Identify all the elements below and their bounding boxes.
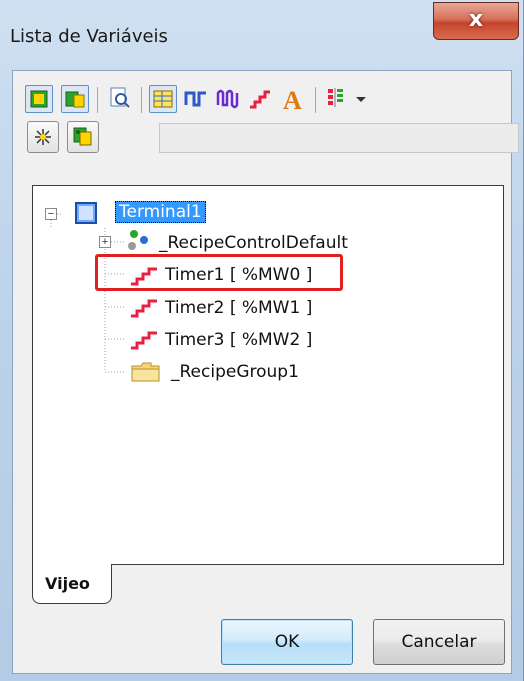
terminal-group-icon (65, 91, 85, 108)
tree-root-label: Terminal1 (115, 201, 206, 223)
timer-button[interactable] (247, 85, 275, 113)
dialog-client-area: A − Terminal1 + _RecipeControlDefault Ti… (12, 70, 519, 674)
grid-view-icon (153, 90, 173, 108)
tab-bar: Vijeo (32, 564, 504, 604)
terminal-icon-button[interactable] (25, 85, 53, 113)
zoom-page-button[interactable] (107, 85, 135, 113)
recipe-button[interactable] (67, 121, 99, 153)
title-bar[interactable]: Lista de Variáveis x (0, 0, 524, 70)
expand-toggle[interactable]: + (99, 236, 111, 248)
window-title: Lista de Variáveis (10, 26, 168, 47)
highlight-annotation (95, 254, 343, 291)
terminal-group-icon-button[interactable] (61, 85, 89, 113)
terminal-node-icon (75, 202, 97, 224)
pulse-icon (184, 91, 206, 107)
timer-icon (131, 331, 157, 350)
tree-item-timer3[interactable]: Timer3 [ %MW2 ] (165, 330, 312, 350)
cancel-button[interactable]: Cancelar (373, 619, 505, 665)
columns-icon (328, 88, 343, 107)
timer-icon (250, 90, 270, 109)
recipe-control-icon (128, 230, 148, 250)
terminal-icon (30, 90, 48, 108)
tree-root-node[interactable]: Terminal1 (115, 201, 206, 224)
secondary-toolbar (25, 121, 519, 165)
pulse-button[interactable] (183, 85, 211, 113)
tree-item-recipe-group[interactable]: _RecipeGroup1 (171, 362, 299, 382)
search-input[interactable] (159, 123, 519, 153)
close-icon: x (468, 7, 484, 32)
tree-item-timer2[interactable]: Timer2 [ %MW1 ] (165, 298, 312, 318)
sparkle-button[interactable] (27, 121, 59, 153)
folder-icon (131, 362, 160, 382)
variable-tree: − Terminal1 + _RecipeControlDefault Time… (32, 185, 504, 565)
tree-item-recipe-control[interactable]: _RecipeControlDefault (159, 233, 348, 253)
wave-icon (216, 89, 239, 109)
dropdown-arrow-icon (356, 97, 366, 102)
wave-button[interactable] (215, 85, 243, 113)
close-button[interactable]: x (433, 2, 519, 40)
text-icon: A (283, 86, 302, 115)
ok-button[interactable]: OK (221, 619, 353, 665)
tab-vijeo[interactable]: Vijeo (32, 564, 112, 604)
columns-button[interactable] (323, 85, 351, 113)
tab-vijeo-label: Vijeo (45, 574, 90, 593)
text-button[interactable]: A (279, 85, 307, 115)
sparkle-icon (35, 129, 51, 145)
grid-view-button[interactable] (149, 85, 177, 113)
svg-text:A: A (283, 86, 302, 113)
collapse-toggle[interactable]: − (45, 208, 57, 220)
timer-icon (131, 299, 157, 318)
dialog-window: Lista de Variáveis x A − Terminal1 + _Re… (0, 0, 524, 681)
recipe-icon (73, 127, 92, 146)
toolbar: A (25, 79, 515, 119)
dropdown-button[interactable] (351, 85, 371, 113)
zoom-page-icon (110, 87, 130, 108)
